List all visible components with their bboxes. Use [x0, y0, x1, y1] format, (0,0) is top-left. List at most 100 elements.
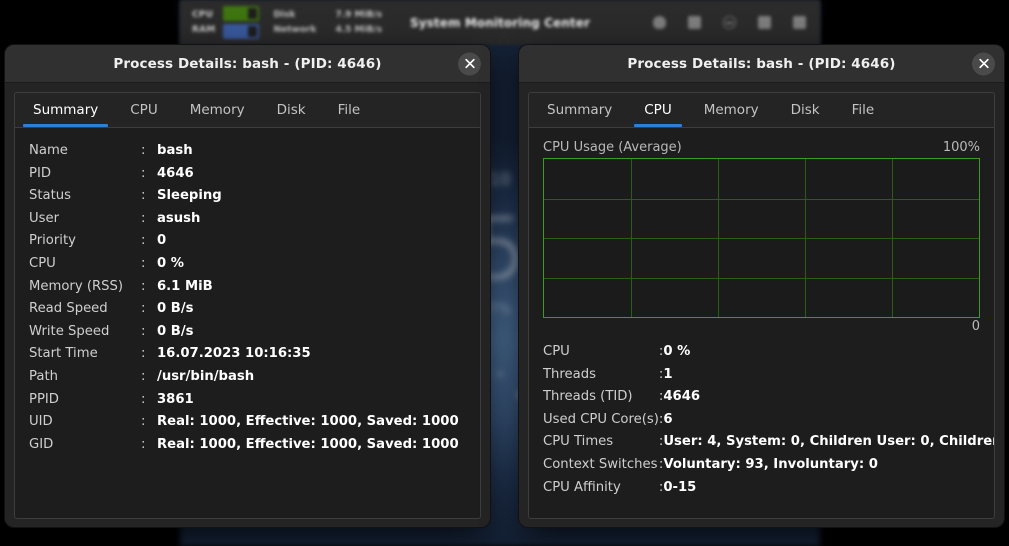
row-key: Threads — [543, 366, 596, 382]
titlebar-right: Process Details: bash - (PID: 4646) — [519, 45, 1004, 83]
row-key: CPU Affinity — [543, 479, 621, 495]
cpu-graph-header: CPU Usage (Average) 100% — [543, 140, 980, 155]
row-value: 0 % — [157, 255, 184, 271]
row-sep: : — [141, 323, 146, 339]
row-key: User — [29, 210, 60, 226]
row-key: Name — [29, 143, 68, 158]
table-row: CPU : 0 % — [29, 253, 466, 276]
table-row: Context Switches : Voluntary: 93, Involu… — [543, 454, 994, 477]
row-value: 0-15 — [663, 479, 697, 495]
cpu-usage-chart — [543, 158, 980, 318]
table-row: Path : /usr/bin/bash — [29, 366, 466, 389]
row-value: asush — [157, 210, 201, 226]
row-value: 1 — [663, 366, 673, 382]
row-key: CPU — [543, 344, 570, 359]
row-sep: : — [141, 255, 146, 271]
close-icon — [464, 58, 475, 69]
row-key: Start Time — [29, 346, 98, 362]
row-key: Context Switches — [543, 456, 658, 472]
row-key: Memory (RSS) — [29, 278, 124, 294]
row-key: Write Speed — [29, 323, 110, 339]
row-value: 6.1 MiB — [157, 278, 213, 294]
cpu-panel: CPU Usage (Average) 100% 0 CPU : 0 % Thr… — [528, 127, 995, 519]
performance-icon[interactable] — [688, 16, 701, 29]
table-row: PID : 4646 — [29, 163, 466, 186]
tabbar-left: Summary CPU Memory Disk File — [14, 92, 481, 127]
window-title-left: Process Details: bash - (PID: 4646) — [113, 55, 382, 72]
row-sep: : — [141, 346, 146, 362]
row-sep: : — [141, 165, 146, 181]
row-key: Read Speed — [29, 301, 108, 317]
row-sep: : — [141, 188, 146, 204]
tab-file[interactable]: File — [322, 94, 377, 127]
row-sep: : — [141, 391, 146, 407]
cpu-details-table: CPU : 0 % Threads : 1 Threads (TID) : 46… — [543, 341, 995, 500]
row-key: PID — [29, 165, 51, 181]
row-sep: : — [141, 210, 146, 226]
row-value: 0 % — [663, 344, 691, 359]
close-icon[interactable] — [793, 16, 806, 29]
row-value: bash — [157, 143, 193, 158]
tabbar-right: Summary CPU Memory Disk File — [528, 92, 995, 127]
close-button-left[interactable] — [458, 52, 481, 75]
row-value: 6 — [663, 411, 673, 427]
cpu-graph-min-label: 0 — [971, 319, 980, 334]
row-key: GID — [29, 436, 54, 452]
window-body-left: Summary CPU Memory Disk File Name : bash… — [5, 83, 490, 527]
row-sep: : — [141, 143, 146, 158]
row-key: CPU — [29, 255, 56, 271]
row-value: 3861 — [157, 391, 194, 407]
grid-line-horizontal — [544, 238, 979, 239]
system-monitor-topbar: CPU RAM Disk 7.9 MiB/s Network 4.5 MiB/s… — [180, 0, 820, 45]
row-key: Used CPU Core(s) — [543, 411, 659, 427]
summary-table: Name : bash PID : 4646 Status : Sleeping — [29, 140, 466, 456]
tab-cpu[interactable]: CPU — [114, 94, 173, 127]
row-value: 0 — [157, 233, 167, 249]
tab-file[interactable]: File — [836, 94, 891, 127]
search-icon[interactable] — [653, 16, 666, 29]
wallpaper-dot — [498, 372, 502, 376]
row-sep: : — [141, 368, 146, 384]
cpu-graph-title: CPU Usage (Average) — [543, 140, 682, 155]
row-sep: : — [141, 278, 146, 294]
grid-line-horizontal — [544, 277, 979, 279]
table-row: CPU Times : User: 4, System: 0, Children… — [543, 431, 995, 454]
tab-disk[interactable]: Disk — [261, 94, 322, 127]
maximize-icon[interactable] — [758, 16, 771, 29]
table-row: User : asush — [29, 208, 466, 231]
row-key: Path — [29, 368, 58, 384]
tab-memory[interactable]: Memory — [174, 94, 261, 127]
summary-panel: Name : bash PID : 4646 Status : Sleeping — [14, 127, 481, 519]
row-key: PPID — [29, 391, 59, 407]
row-key: UID — [29, 414, 53, 430]
close-button-right[interactable] — [972, 52, 995, 75]
row-value: 4646 — [663, 389, 701, 405]
table-row: Memory (RSS) : 6.1 MiB — [29, 276, 466, 299]
row-sep: : — [141, 233, 146, 249]
table-row: CPU Affinity : 0-15 — [543, 477, 994, 500]
row-value: /usr/bin/bash — [157, 368, 255, 384]
tab-memory[interactable]: Memory — [688, 94, 775, 127]
process-details-window-cpu: Process Details: bash - (PID: 4646) Summ… — [519, 45, 1004, 527]
topbar-icon-group — [653, 16, 806, 29]
tab-summary[interactable]: Summary — [17, 94, 114, 127]
tab-disk[interactable]: Disk — [775, 94, 836, 127]
table-row: Write Speed : 0 B/s — [29, 321, 466, 344]
table-row: UID : Real: 1000, Effective: 1000, Saved… — [29, 411, 466, 434]
row-value: Sleeping — [157, 188, 222, 204]
table-row: Priority : 0 — [29, 230, 466, 253]
row-key: Priority — [29, 233, 76, 249]
row-sep: : — [141, 301, 146, 317]
titlebar-left: Process Details: bash - (PID: 4646) — [5, 45, 490, 83]
table-row: PPID : 3861 — [29, 389, 466, 412]
row-sep: : — [141, 436, 146, 452]
row-value: Real: 1000, Effective: 1000, Saved: 1000 — [157, 414, 459, 430]
grid-line-horizontal — [544, 198, 979, 200]
close-icon — [978, 58, 989, 69]
tab-summary[interactable]: Summary — [531, 94, 628, 127]
table-row: GID : Real: 1000, Effective: 1000, Saved… — [29, 434, 466, 457]
tab-cpu[interactable]: CPU — [628, 94, 687, 127]
row-value: User: 4, System: 0, Children User: 0, Ch… — [663, 434, 995, 450]
table-row: Threads (TID) : 4646 — [543, 386, 994, 409]
minimize-icon[interactable] — [723, 16, 736, 29]
